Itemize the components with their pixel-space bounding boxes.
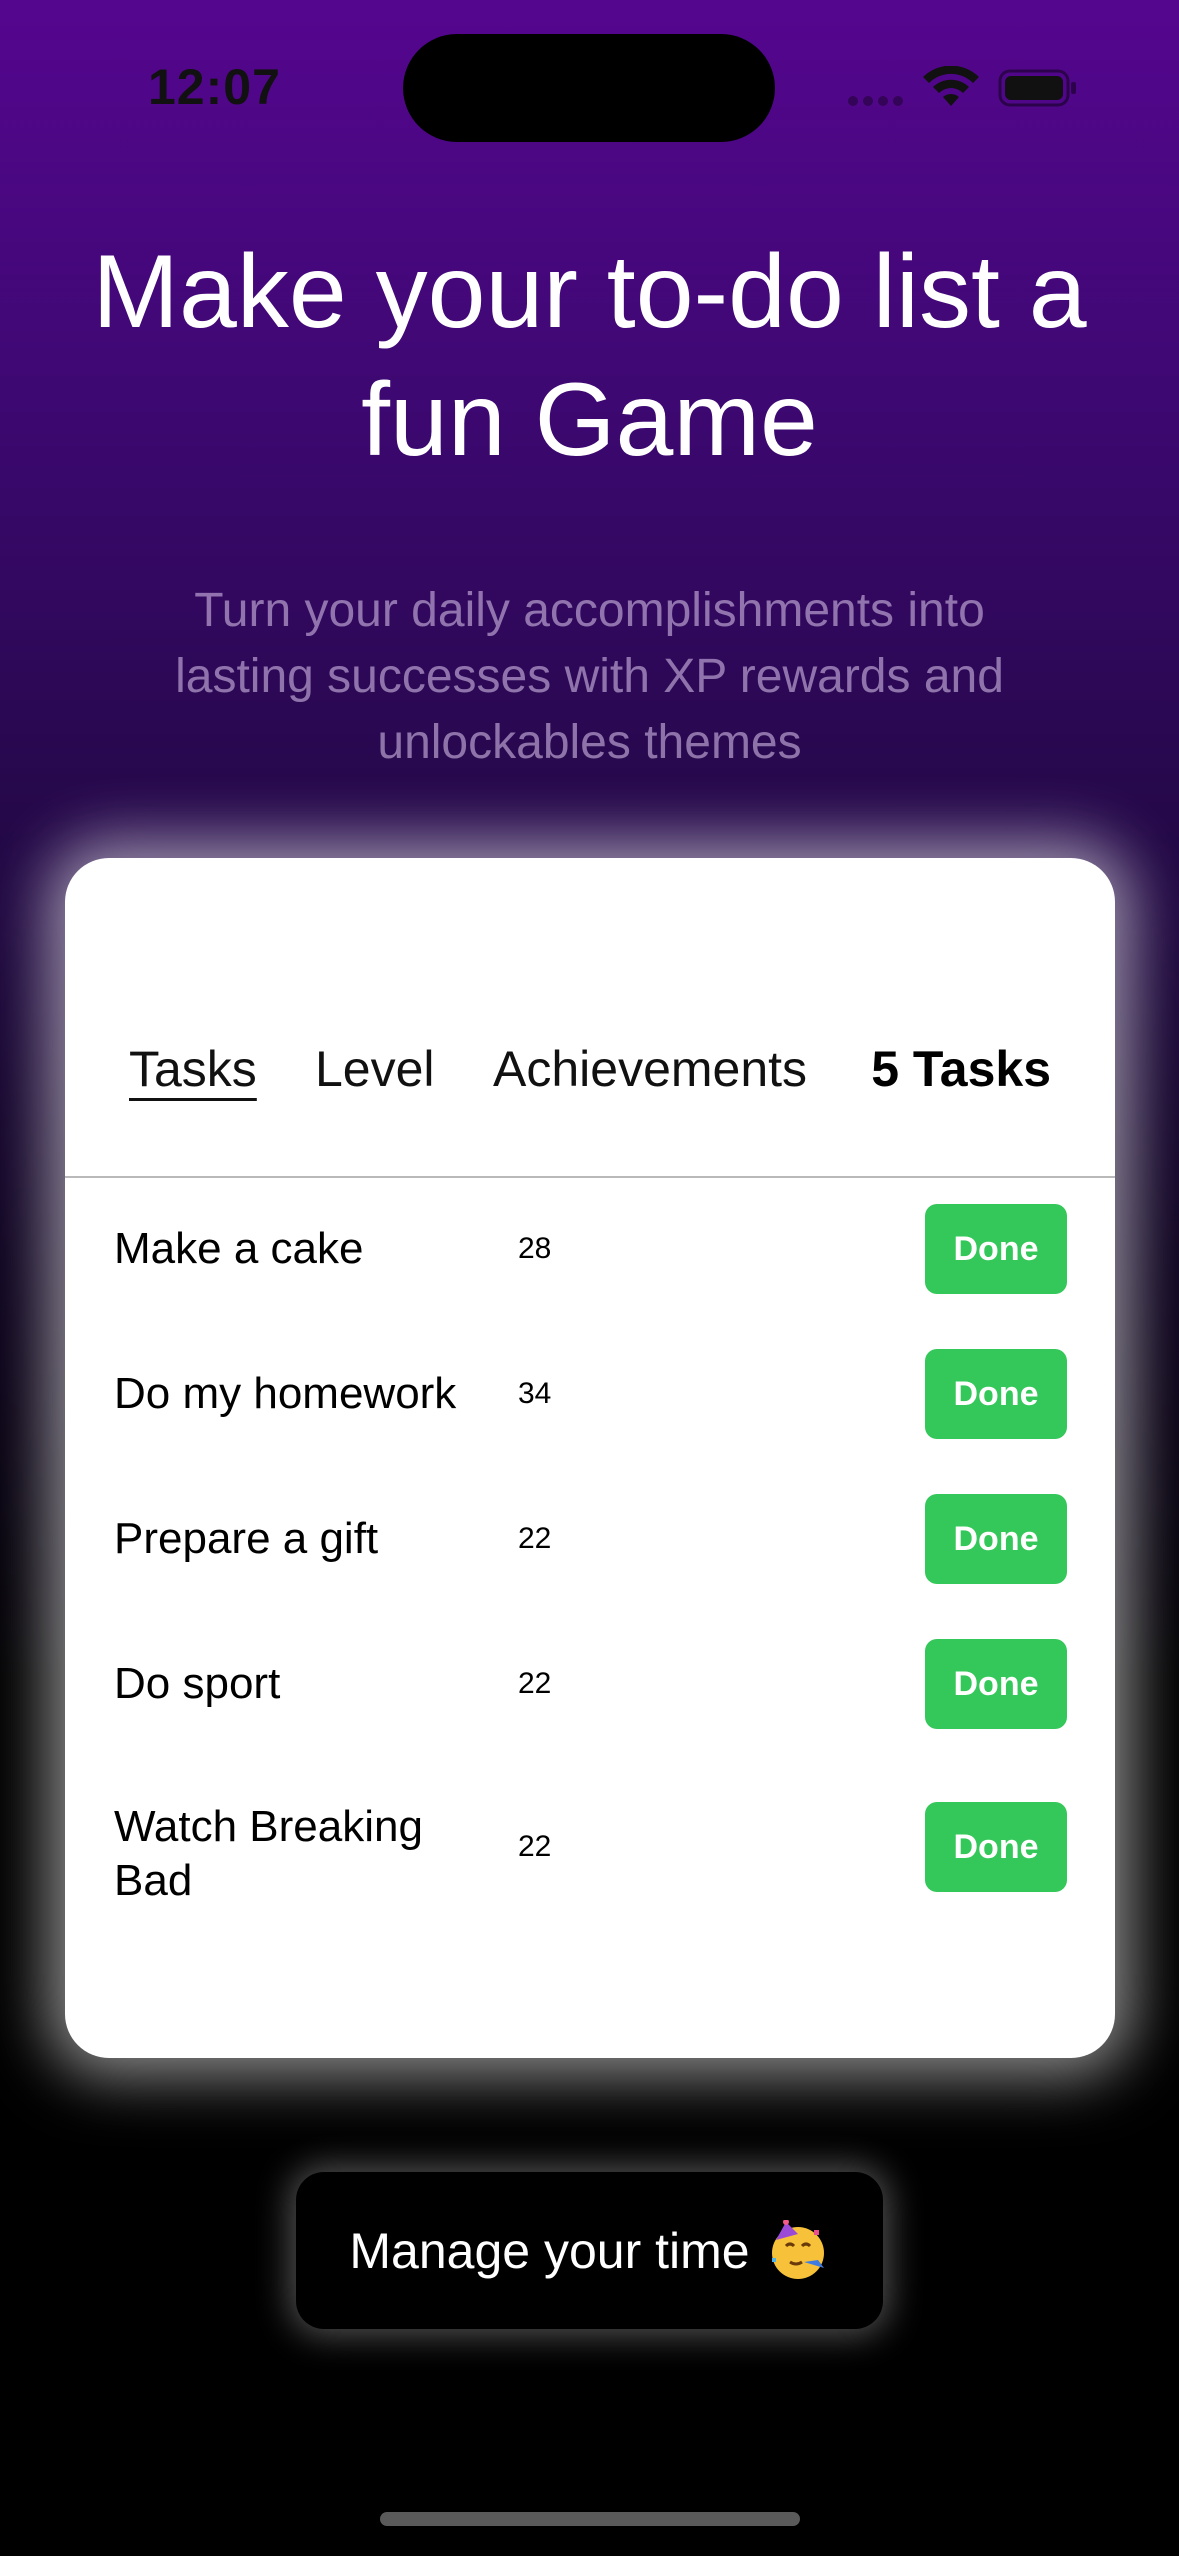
tab-tasks[interactable]: Tasks: [129, 1034, 257, 1104]
hero-subtitle: Turn your daily accomplishments into las…: [100, 578, 1079, 776]
done-button[interactable]: Done: [925, 1204, 1067, 1294]
battery-icon: [998, 69, 1076, 107]
tab-achievements[interactable]: Achievements: [493, 1034, 807, 1104]
partying-face-icon: [768, 2218, 830, 2282]
task-xp: 22: [518, 1522, 552, 1555]
task-row: Watch Breaking Bad 22 Done: [65, 1758, 1115, 1928]
manage-time-button[interactable]: Manage your time: [296, 2172, 883, 2329]
status-bar: 12:07: [0, 0, 1179, 150]
wifi-icon: [923, 66, 979, 106]
dynamic-island: [403, 34, 775, 142]
task-name: Make a cake: [114, 1224, 364, 1273]
task-xp: 34: [518, 1377, 552, 1410]
done-button[interactable]: Done: [925, 1639, 1067, 1729]
done-button[interactable]: Done: [925, 1349, 1067, 1439]
tab-bar: Tasks Level Achievements 5 Tasks: [65, 1034, 1115, 1144]
manage-time-label: Manage your time: [349, 2222, 750, 2279]
hero-subtitle-line-1: Turn your daily accomplishments into: [194, 584, 985, 637]
task-xp: 22: [518, 1667, 552, 1700]
task-name: Do my homework: [114, 1369, 457, 1418]
done-button[interactable]: Done: [925, 1494, 1067, 1584]
task-name: Do sport: [114, 1659, 281, 1708]
task-xp: 28: [518, 1232, 552, 1265]
cellular-signal-icon: [848, 96, 904, 106]
hero-subtitle-line-3: unlockables themes: [377, 716, 802, 769]
task-preview-card: Tasks Level Achievements 5 Tasks Make a …: [65, 858, 1115, 2058]
tab-level[interactable]: Level: [315, 1034, 435, 1104]
task-row: Make a cake 28 Done: [65, 1178, 1115, 1318]
status-time: 12:07: [148, 59, 281, 115]
done-button[interactable]: Done: [925, 1802, 1067, 1892]
task-row: Do my homework 34 Done: [65, 1323, 1115, 1463]
hero-title: Make your to-do list a fun Game: [0, 228, 1179, 484]
home-indicator[interactable]: [380, 2512, 800, 2526]
task-row: Do sport 22 Done: [65, 1613, 1115, 1753]
task-name: Prepare a gift: [114, 1514, 379, 1563]
hero-title-line-2: fun Game: [361, 362, 818, 478]
task-xp: 22: [518, 1830, 552, 1863]
task-count-label: 5 Tasks: [871, 1041, 1051, 1097]
task-name: Watch Breaking Bad: [114, 1802, 423, 1905]
hero-title-line-1: Make your to-do list a: [92, 234, 1087, 350]
hero-subtitle-line-2: lasting successes with XP rewards and: [175, 650, 1004, 703]
task-row: Prepare a gift 22 Done: [65, 1468, 1115, 1608]
